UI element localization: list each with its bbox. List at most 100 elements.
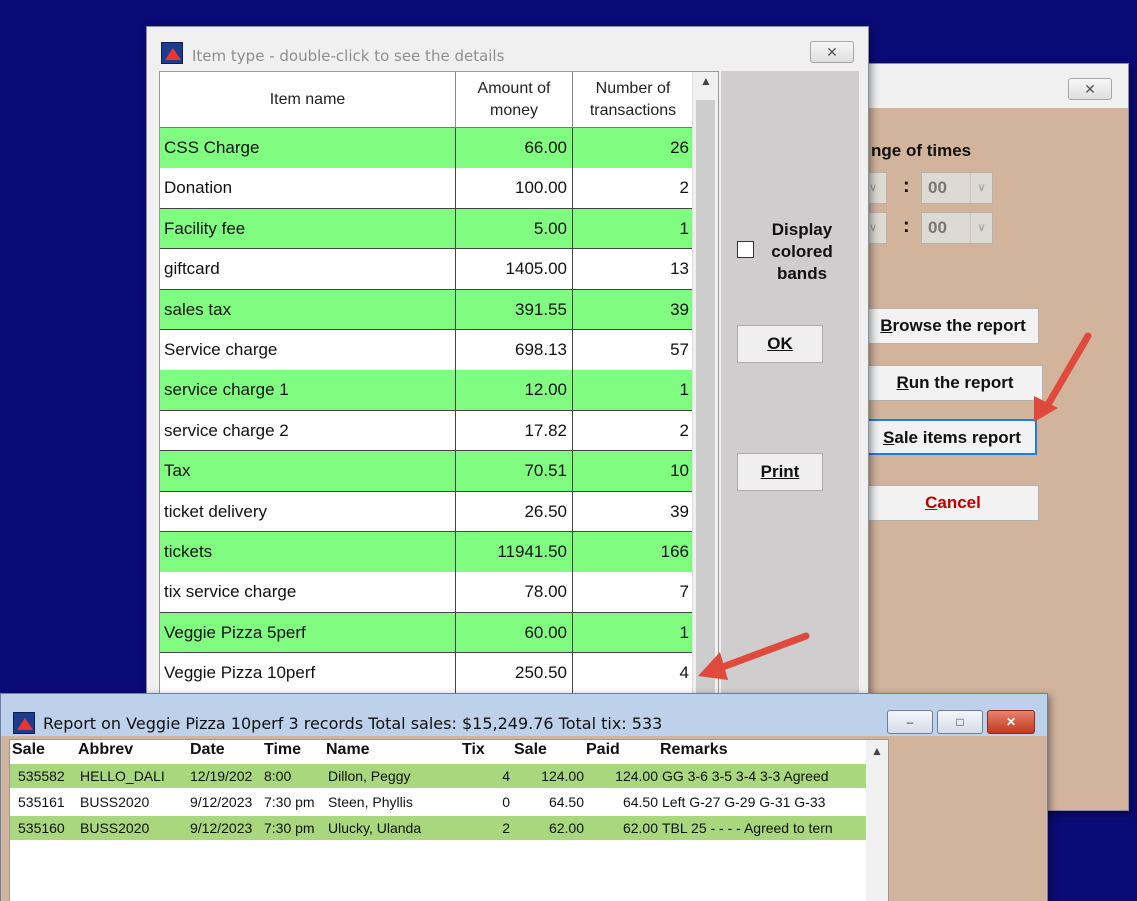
maximize-button[interactable]: □	[937, 710, 983, 734]
amount-cell: 5.00	[455, 208, 572, 249]
report-cell-date: 9/12/2023	[190, 794, 253, 810]
app-logo-icon	[13, 712, 35, 734]
end-minute-select[interactable]: 00 ∨	[921, 212, 993, 244]
item-name-cell: Facility fee	[164, 218, 246, 238]
report-column-header[interactable]: Time	[264, 741, 301, 759]
grid-scrollbar[interactable]: ▲	[692, 72, 718, 716]
range-of-times-label: nge of times	[871, 141, 972, 160]
table-row[interactable]: tickets 11941.50 166	[160, 532, 718, 573]
report-cell-abbrev: BUSS2020	[80, 794, 150, 810]
options-panel: Display colored bands OK Print	[721, 71, 859, 717]
column-header-item-name[interactable]: Item name	[160, 72, 455, 128]
item-name-cell: service charge 1	[164, 380, 289, 400]
report-cell-name: Dillon, Peggy	[328, 768, 411, 784]
report-column-header[interactable]: Tix	[462, 741, 485, 759]
report-cell-name: Ulucky, Ulanda	[328, 820, 422, 836]
column-header-transactions[interactable]: Number of transactions	[572, 72, 693, 128]
sale-items-report-button[interactable]: Sale items report	[867, 419, 1037, 455]
report-scrollbar[interactable]: ▲	[866, 740, 888, 901]
table-row[interactable]: ticket delivery 26.50 39	[160, 491, 718, 533]
table-row[interactable]: Donation 100.00 2	[160, 168, 718, 209]
amount-cell: 78.00	[455, 572, 572, 613]
table-row[interactable]: sales tax 391.55 39	[160, 289, 718, 331]
report-cell-time: 7:30 pm	[264, 820, 315, 836]
sale-report-titlebar: Report on Veggie Pizza 10perf 3 records …	[1, 694, 1047, 736]
chevron-down-icon: ∨	[868, 222, 878, 234]
amount-cell: 66.00	[455, 128, 572, 168]
transactions-cell: 7	[572, 572, 693, 613]
item-name-cell: tix service charge	[164, 582, 297, 602]
ok-button[interactable]: OK	[737, 325, 823, 363]
table-row[interactable]: Veggie Pizza 10perf 250.50 4	[160, 653, 718, 694]
table-row[interactable]: Facility fee 5.00 1	[160, 208, 718, 250]
amount-cell: 698.13	[455, 330, 572, 370]
report-cell-paid: 124.00	[615, 768, 658, 784]
report-column-header[interactable]: Name	[326, 741, 370, 759]
display-colored-bands-checkbox[interactable]	[737, 241, 754, 258]
report-column-header[interactable]: Date	[190, 741, 225, 759]
table-row[interactable]: 535582 HELLO_DALI 12/19/202 8:00 Dillon, Peg…	[10, 764, 870, 788]
column-header-amount[interactable]: Amount of money	[455, 72, 572, 128]
item-name-cell: Tax	[164, 461, 191, 481]
item-name-cell: Veggie Pizza 10perf	[164, 663, 316, 683]
amount-cell: 391.55	[455, 289, 572, 330]
transactions-cell: 39	[572, 289, 693, 330]
scroll-up-icon[interactable]: ▲	[693, 74, 718, 98]
item-name-cell: tickets	[164, 542, 213, 561]
table-row[interactable]: giftcard 1405.00 13	[160, 249, 718, 290]
table-row[interactable]: Veggie Pizza 5perf 60.00 1	[160, 612, 718, 654]
grid-header: Item name Amount of money Number of tran…	[160, 72, 718, 128]
scroll-up-icon[interactable]: ▲	[866, 744, 888, 758]
item-type-close-button[interactable]: ✕	[810, 41, 854, 63]
close-button[interactable]: ✕	[987, 710, 1035, 734]
table-row[interactable]: Tax 70.51 10	[160, 451, 718, 492]
transactions-cell: 1	[572, 370, 693, 411]
minimize-button[interactable]: –	[887, 710, 933, 734]
scroll-thumb[interactable]	[696, 100, 715, 712]
amount-cell: 60.00	[455, 612, 572, 653]
item-type-title: Item type - double-click to see the deta…	[192, 47, 505, 65]
close-icon: ✕	[1084, 81, 1096, 97]
transactions-cell: 13	[572, 249, 693, 290]
report-cell-amount: 64.50	[548, 794, 584, 810]
start-minute-select[interactable]: 00 ∨	[921, 172, 993, 204]
table-row[interactable]: 535160 BUSS2020 9/12/2023 7:30 pm Ulucky, Ul…	[10, 816, 870, 840]
table-row[interactable]: Service charge 698.13 57	[160, 330, 718, 371]
item-name-cell: Donation	[164, 178, 233, 198]
table-row[interactable]: CSS Charge 66.00 26	[160, 128, 718, 169]
print-label: Print	[760, 462, 800, 481]
report-cell-sale: 535582	[18, 768, 65, 784]
report-options-close-button[interactable]: ✕	[1068, 78, 1112, 100]
browse-report-button[interactable]: Browse the report	[867, 308, 1039, 344]
amount-cell: 12.00	[455, 370, 572, 411]
report-column-header[interactable]: Abbrev	[78, 741, 133, 759]
time-colon: :	[903, 175, 910, 197]
cancel-button[interactable]: Cancel	[867, 485, 1039, 521]
report-column-header[interactable]: Sale	[12, 741, 45, 759]
table-row[interactable]: tix service charge 78.00 7	[160, 572, 718, 613]
end-minute-value: 00	[928, 218, 947, 237]
report-cell-tix: 4	[502, 768, 510, 784]
report-column-header[interactable]: Paid	[586, 741, 620, 759]
table-row[interactable]: service charge 1 12.00 1	[160, 370, 718, 411]
chevron-down-icon: ∨	[868, 182, 878, 194]
close-icon: ✕	[1005, 715, 1017, 729]
amount-cell: 26.50	[455, 491, 572, 532]
report-column-header[interactable]: Sale	[514, 741, 547, 759]
table-row[interactable]: 535161 BUSS2020 9/12/2023 7:30 pm Steen, Phy…	[10, 790, 870, 814]
minimize-icon: –	[906, 715, 914, 729]
run-report-button[interactable]: Run the report	[867, 365, 1043, 401]
item-name-cell: sales tax	[164, 299, 232, 319]
transactions-cell: 1	[572, 208, 693, 249]
report-column-header[interactable]: Remarks	[660, 741, 728, 759]
app-logo-icon	[161, 42, 183, 64]
amount-cell: 100.00	[455, 168, 572, 209]
item-name-cell: Service charge	[164, 340, 278, 359]
item-type-grid: Item name Amount of money Number of tran…	[159, 71, 719, 717]
report-cell-date: 12/19/202	[190, 768, 253, 784]
report-cell-remarks: GG 3-6 3-5 3-4 3-3 Agreed	[662, 768, 829, 784]
report-cell-date: 9/12/2023	[190, 820, 253, 836]
browse-report-label: Browse the report	[880, 316, 1026, 335]
print-button[interactable]: Print	[737, 453, 823, 491]
table-row[interactable]: service charge 2 17.82 2	[160, 410, 718, 452]
